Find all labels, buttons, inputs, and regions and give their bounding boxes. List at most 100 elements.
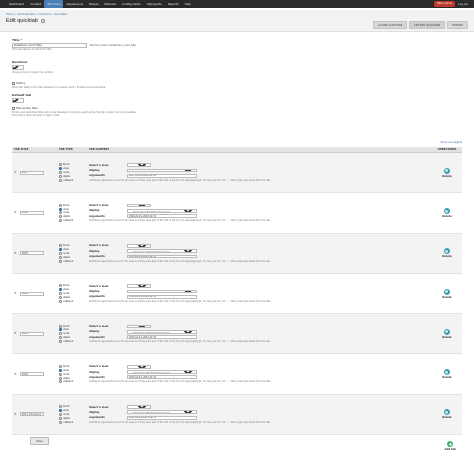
toolbar-item[interactable]: Structure <box>44 0 64 8</box>
arguments-input[interactable] <box>127 375 197 380</box>
tab-type-radio[interactable] <box>59 380 62 384</box>
save-button[interactable]: Save <box>30 437 49 445</box>
tab-type-radio[interactable] <box>59 259 62 263</box>
arguments-input[interactable] <box>127 294 197 299</box>
display-select[interactable]: block: View: Pedestrian Resources <box>127 289 197 294</box>
tab-type-radio[interactable] <box>59 420 62 424</box>
drag-handle-icon[interactable]: ✥ <box>14 412 17 416</box>
delete-quicktab-button[interactable]: DELETE QUICKTAB <box>409 21 445 29</box>
delete-button[interactable]: Delete <box>434 248 460 258</box>
tab-type-option[interactable]: callback <box>59 299 85 303</box>
view-select[interactable]: datausnd_miter <box>127 364 151 369</box>
tab-type-radio[interactable] <box>59 412 62 416</box>
tab-title-input[interactable] <box>19 372 44 377</box>
tab-type-radio[interactable] <box>59 255 62 259</box>
view-select[interactable]: datausnd_miter <box>127 163 151 168</box>
history-checkbox[interactable] <box>12 82 15 85</box>
delete-button[interactable]: Delete <box>434 288 460 299</box>
view-select[interactable]: datausnd_miter <box>127 203 151 208</box>
tab-type-radio[interactable] <box>59 364 62 368</box>
tab-type-radio[interactable] <box>59 251 62 255</box>
tab-type-option[interactable]: callback <box>59 259 85 263</box>
view-select[interactable]: datausnd_miter <box>127 243 151 248</box>
tab-title-input[interactable] <box>19 412 44 417</box>
drag-handle-icon[interactable]: ✥ <box>14 211 17 214</box>
toolbar-item[interactable]: People <box>86 0 101 8</box>
tab-type-radio[interactable] <box>59 207 62 211</box>
tab-title-input[interactable] <box>19 331 44 336</box>
arguments-input[interactable] <box>127 415 197 420</box>
delete-button[interactable]: Delete <box>434 369 460 379</box>
delete-button[interactable]: Delete <box>434 328 460 339</box>
drag-handle-icon[interactable]: ✥ <box>14 171 17 174</box>
display-select[interactable]: block: View: Pedestrian Resources <box>127 370 197 374</box>
tab-title-input[interactable] <box>19 210 44 215</box>
delete-button[interactable]: Delete <box>434 207 460 218</box>
tab-type-label: callback <box>63 420 74 424</box>
tab-type-option[interactable]: callback <box>59 340 85 344</box>
tab-type-radio[interactable] <box>59 340 62 344</box>
default-tab-select[interactable]: 2017 <box>12 98 24 103</box>
tab-type-radio[interactable] <box>59 376 62 380</box>
toolbar-item[interactable]: Modules <box>101 0 119 8</box>
tab-type-cell: block view node qtabs callback <box>57 313 87 355</box>
toolbar-item[interactable]: Content <box>27 0 44 8</box>
toolbar-item[interactable]: Dashboard <box>6 0 27 8</box>
title-input[interactable] <box>12 43 87 48</box>
tab-type-label: callback <box>63 340 74 344</box>
drag-handle-icon[interactable]: ✥ <box>14 372 17 376</box>
tab-title-input[interactable] <box>19 291 44 296</box>
export-button[interactable]: EXPORT <box>446 21 468 29</box>
tab-type-radio[interactable] <box>59 368 62 372</box>
toolbar-item[interactable]: Reports <box>165 0 182 8</box>
display-select[interactable]: block: View: Pedestrian Resources <box>127 208 197 213</box>
tab-type-radio[interactable] <box>59 247 62 251</box>
display-select[interactable]: block: View: Pedestrian Resources <box>127 249 197 254</box>
tab-type-radio[interactable] <box>59 295 62 299</box>
logout-link[interactable]: Log out <box>458 3 468 6</box>
tab-type-option[interactable]: callback <box>59 178 85 182</box>
tab-type-radio[interactable] <box>59 203 62 207</box>
add-tab-button[interactable]: Add tab <box>445 441 456 451</box>
tab-type-radio[interactable] <box>59 219 62 223</box>
user-badge[interactable]: Hello admin <box>433 1 456 7</box>
arguments-input[interactable] <box>127 335 197 339</box>
renderer-select[interactable]: quicktabs <box>12 65 24 70</box>
toolbar-item[interactable]: Help <box>182 0 194 8</box>
tab-type-radio[interactable] <box>59 178 62 182</box>
hide-empty-checkbox[interactable] <box>12 107 15 110</box>
clone-quicktab-button[interactable]: CLONE QUICKTAB <box>373 21 408 29</box>
tab-type-radio[interactable] <box>59 372 62 376</box>
arguments-description: Additional arguments to send to the view… <box>89 219 271 223</box>
breadcrumb[interactable]: Home » Administration » Structure » Quic… <box>6 13 67 16</box>
tab-type-radio[interactable] <box>59 299 62 303</box>
display-select[interactable]: block: View: Pedestrian Resources <box>127 410 197 415</box>
tab-type-radio[interactable] <box>59 243 62 247</box>
view-select[interactable]: datausnd_miter <box>127 405 151 409</box>
drag-handle-icon[interactable]: ✥ <box>14 332 17 335</box>
tab-title-input[interactable] <box>19 251 44 256</box>
tab-type-option[interactable]: callback <box>59 219 85 223</box>
drag-handle-icon[interactable]: ✥ <box>14 251 17 255</box>
display-select[interactable]: block: View: Pedestrian Resources <box>127 168 197 173</box>
delete-button[interactable]: Delete <box>434 167 460 178</box>
arguments-input[interactable] <box>127 254 197 259</box>
tab-type-option[interactable]: callback <box>59 380 85 384</box>
tab-type-option[interactable]: callback <box>59 420 85 424</box>
arguments-input[interactable] <box>127 214 197 219</box>
tab-title-input[interactable] <box>19 170 44 175</box>
arguments-input[interactable] <box>127 173 197 178</box>
view-select[interactable]: datausnd_miter <box>127 324 151 329</box>
display-select[interactable]: block: View: Pedestrian Resources <box>127 329 197 334</box>
delete-button[interactable]: Delete <box>434 409 460 419</box>
view-select[interactable]: datausnd_miter <box>127 284 151 289</box>
toolbar-item[interactable]: Appearance <box>63 0 86 8</box>
gear-icon[interactable] <box>41 19 46 23</box>
toolbar-item[interactable]: Stylegulde <box>144 0 165 8</box>
show-row-weights-link[interactable]: Show row weights <box>440 141 462 144</box>
toolbar-item[interactable]: Configuration <box>119 0 144 8</box>
required-marker: * <box>20 38 23 42</box>
tab-type-radio[interactable] <box>59 324 62 328</box>
drag-handle-icon[interactable]: ✥ <box>14 292 17 295</box>
tab-type-radio[interactable] <box>59 416 62 420</box>
